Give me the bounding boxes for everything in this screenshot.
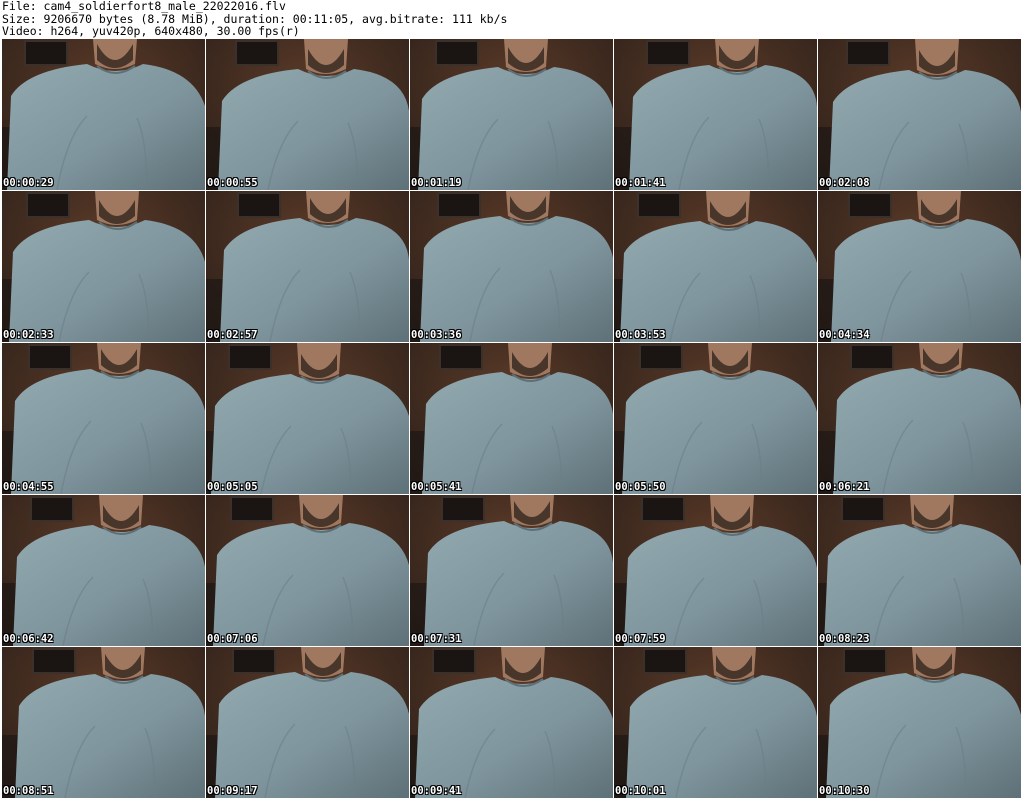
thumbnail-timestamp: 00:06:21 [819, 481, 870, 493]
thumbnail-timestamp: 00:07:06 [207, 633, 258, 645]
thumbnail-timestamp: 00:02:57 [207, 329, 258, 341]
thumbnail-timestamp: 00:05:05 [207, 481, 258, 493]
thumbnail-timestamp: 00:00:55 [207, 177, 258, 189]
video-thumbnail: 00:04:34 [818, 191, 1021, 342]
video-thumbnail: 00:01:19 [410, 39, 613, 190]
thumbnail-timestamp: 00:03:36 [411, 329, 462, 341]
frame-image [614, 39, 817, 190]
thumbnail-timestamp: 00:02:33 [3, 329, 54, 341]
video-thumbnail: 00:06:21 [818, 343, 1021, 494]
video-thumbnail: 00:01:41 [614, 39, 817, 190]
frame-image [410, 495, 613, 646]
frame-image [614, 647, 817, 798]
frame-image [614, 495, 817, 646]
thumbnail-timestamp: 00:09:41 [411, 785, 462, 797]
thumbnail-timestamp: 00:10:30 [819, 785, 870, 797]
frame-image [2, 495, 205, 646]
thumbnail-timestamp: 00:09:17 [207, 785, 258, 797]
video-thumbnail: 00:05:50 [614, 343, 817, 494]
frame-image [206, 647, 409, 798]
frame-image [818, 495, 1021, 646]
frame-image [206, 495, 409, 646]
video-info-line: Video: h264, yuv420p, 640x480, 30.00 fps… [2, 24, 300, 38]
video-thumbnail: 00:07:31 [410, 495, 613, 646]
video-thumbnail: 00:03:53 [614, 191, 817, 342]
video-thumbnail: 00:09:41 [410, 647, 613, 798]
thumbnail-timestamp: 00:05:41 [411, 481, 462, 493]
thumbnail-timestamp: 00:07:31 [411, 633, 462, 645]
file-info-header: File: cam4_soldierfort8_male_22022016.fl… [2, 0, 1022, 38]
frame-image [818, 191, 1021, 342]
video-thumbnail: 00:07:59 [614, 495, 817, 646]
frame-image [2, 343, 205, 494]
thumbnail-timestamp: 00:06:42 [3, 633, 54, 645]
thumbnail-timestamp: 00:08:51 [3, 785, 54, 797]
video-thumbnail: 00:05:05 [206, 343, 409, 494]
video-thumbnail: 00:06:42 [2, 495, 205, 646]
video-thumbnail: 00:02:57 [206, 191, 409, 342]
thumbnail-timestamp: 00:05:50 [615, 481, 666, 493]
thumbnail-timestamp: 00:10:01 [615, 785, 666, 797]
thumbnail-timestamp: 00:04:34 [819, 329, 870, 341]
thumbnail-timestamp: 00:01:19 [411, 177, 462, 189]
frame-image [2, 647, 205, 798]
frame-image [2, 191, 205, 342]
frame-image [206, 343, 409, 494]
video-thumbnail: 00:03:36 [410, 191, 613, 342]
video-thumbnail: 00:07:06 [206, 495, 409, 646]
thumbnail-timestamp: 00:01:41 [615, 177, 666, 189]
thumbnail-timestamp: 00:02:08 [819, 177, 870, 189]
frame-image [410, 39, 613, 190]
thumbnail-timestamp: 00:03:53 [615, 329, 666, 341]
frame-image [614, 343, 817, 494]
video-thumbnail: 00:02:33 [2, 191, 205, 342]
frame-image [410, 647, 613, 798]
video-thumbnail: 00:05:41 [410, 343, 613, 494]
frame-image [206, 39, 409, 190]
frame-image [410, 343, 613, 494]
video-thumbnail: 00:02:08 [818, 39, 1021, 190]
thumbnail-grid: 00:00:29 00:00:55 00:01:19 00:01:41 00:02:08… [2, 39, 1022, 799]
video-thumbnail: 00:00:55 [206, 39, 409, 190]
frame-image [818, 647, 1021, 798]
frame-image [2, 39, 205, 190]
frame-image [206, 191, 409, 342]
frame-image [818, 343, 1021, 494]
video-thumbnail: 00:08:51 [2, 647, 205, 798]
frame-image [614, 191, 817, 342]
thumbnail-timestamp: 00:00:29 [3, 177, 54, 189]
video-thumbnail: 00:08:23 [818, 495, 1021, 646]
file-name-line: File: cam4_soldierfort8_male_22022016.fl… [2, 0, 286, 13]
video-thumbnail: 00:09:17 [206, 647, 409, 798]
frame-image [818, 39, 1021, 190]
video-thumbnail: 00:00:29 [2, 39, 205, 190]
frame-image [410, 191, 613, 342]
video-thumbnail: 00:04:55 [2, 343, 205, 494]
thumbnail-timestamp: 00:08:23 [819, 633, 870, 645]
video-thumbnail: 00:10:30 [818, 647, 1021, 798]
video-thumbnail: 00:10:01 [614, 647, 817, 798]
thumbnail-timestamp: 00:07:59 [615, 633, 666, 645]
thumbnail-timestamp: 00:04:55 [3, 481, 54, 493]
